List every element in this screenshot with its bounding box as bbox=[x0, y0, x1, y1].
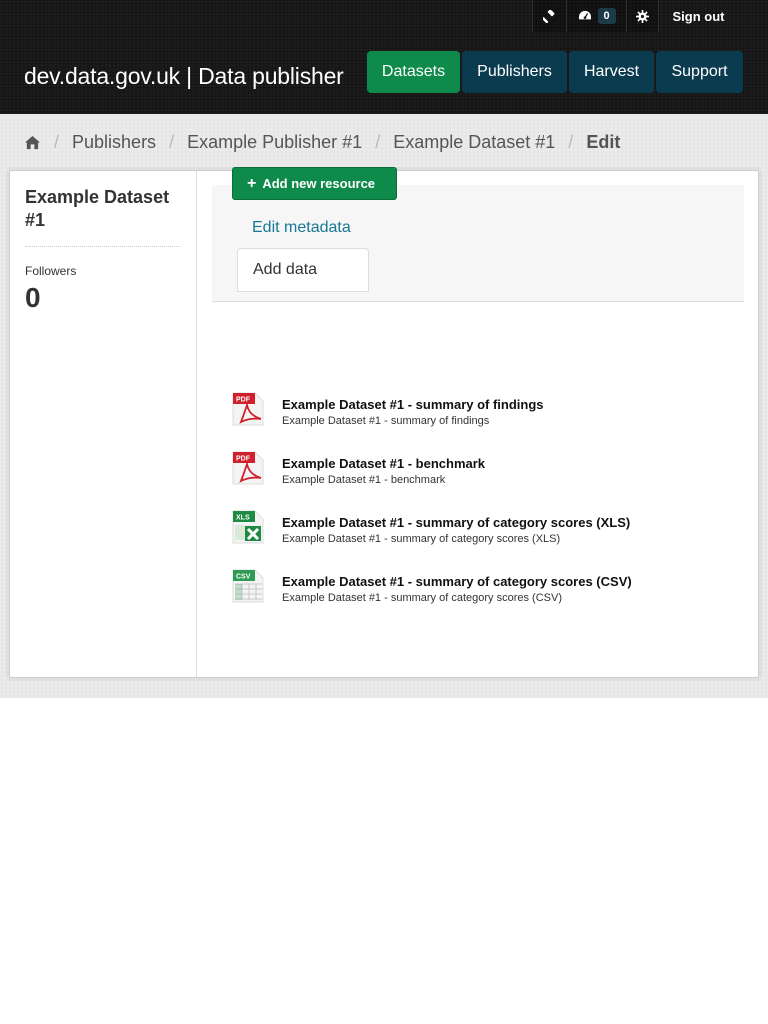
resource-item[interactable]: PDF Example Dataset #1 - benchmark Examp… bbox=[232, 451, 732, 495]
dashboard-icon bbox=[578, 10, 591, 20]
sign-out-link[interactable]: Sign out bbox=[658, 0, 738, 32]
csv-file-icon: CSV bbox=[232, 569, 264, 603]
breadcrumb-separator: / bbox=[169, 132, 175, 152]
followers-label: Followers bbox=[25, 264, 77, 278]
add-new-resource-button[interactable]: + Add new resource bbox=[232, 167, 397, 200]
settings-link[interactable] bbox=[626, 0, 658, 32]
account-bar: 0 Sign out bbox=[532, 0, 738, 32]
nav-support[interactable]: Support bbox=[656, 51, 743, 93]
pdf-format-label: PDF bbox=[236, 456, 251, 463]
resource-item[interactable]: XLS Example Dataset #1 - summary of cate… bbox=[232, 510, 732, 554]
divider bbox=[25, 246, 181, 247]
cog-icon bbox=[636, 9, 649, 23]
notification-badge: 0 bbox=[597, 8, 616, 24]
pdf-file-icon: PDF bbox=[232, 392, 264, 426]
breadcrumb-separator: / bbox=[375, 132, 381, 152]
resource-title[interactable]: Example Dataset #1 - summary of category… bbox=[282, 574, 632, 589]
breadcrumb-publisher[interactable]: Example Publisher #1 bbox=[187, 132, 362, 153]
resource-description: Example Dataset #1 - summary of findings bbox=[282, 415, 490, 427]
breadcrumb-separator: / bbox=[54, 132, 60, 152]
sidebar: Example Dataset #1 Followers 0 bbox=[10, 171, 197, 677]
breadcrumb-dataset[interactable]: Example Dataset #1 bbox=[393, 132, 555, 153]
add-new-resource-label: Add new resource bbox=[262, 176, 376, 191]
csv-format-label: CSV bbox=[236, 574, 251, 581]
pdf-file-icon: PDF bbox=[232, 451, 264, 485]
tab-add-data[interactable]: Add data bbox=[237, 248, 369, 292]
resource-description: Example Dataset #1 - summary of category… bbox=[282, 533, 561, 545]
resource-title[interactable]: Example Dataset #1 - summary of findings bbox=[282, 397, 544, 412]
resource-description: Example Dataset #1 - summary of category… bbox=[282, 592, 562, 604]
dataset-title: Example Dataset #1 bbox=[25, 187, 170, 230]
content-tabs: Edit metadata Add data bbox=[212, 185, 744, 302]
xls-file-icon: XLS bbox=[232, 510, 264, 544]
breadcrumb-separator: / bbox=[568, 132, 574, 152]
resource-title[interactable]: Example Dataset #1 - benchmark bbox=[282, 456, 485, 471]
masthead: 0 Sign out dev.data.gov.uk | Data publis… bbox=[0, 0, 768, 114]
breadcrumb-edit[interactable]: Edit bbox=[586, 132, 620, 153]
nav-publishers[interactable]: Publishers bbox=[462, 51, 567, 93]
plus-icon: + bbox=[247, 174, 257, 192]
tab-edit-metadata[interactable]: Edit metadata bbox=[252, 219, 351, 237]
resource-item[interactable]: CSV Example Dataset #1 - summary of cate… bbox=[232, 569, 732, 613]
followers-count: 0 bbox=[25, 282, 41, 313]
breadcrumb: / Publishers / Example Publisher #1 / Ex… bbox=[24, 132, 620, 153]
nav-harvest[interactable]: Harvest bbox=[569, 51, 654, 93]
main-nav: Datasets Publishers Harvest Support bbox=[367, 51, 743, 93]
resource-title[interactable]: Example Dataset #1 - summary of category… bbox=[282, 515, 630, 530]
home-icon[interactable] bbox=[24, 135, 41, 150]
site-title[interactable]: dev.data.gov.uk | Data publisher bbox=[24, 63, 344, 90]
dashboard-link[interactable]: 0 bbox=[566, 0, 626, 32]
nav-datasets[interactable]: Datasets bbox=[367, 51, 460, 93]
pdf-format-label: PDF bbox=[236, 397, 251, 404]
breadcrumb-publishers[interactable]: Publishers bbox=[72, 132, 156, 153]
resource-description: Example Dataset #1 - benchmark bbox=[282, 474, 446, 486]
gavel-icon bbox=[543, 9, 555, 23]
resource-item[interactable]: PDF Example Dataset #1 - summary of find… bbox=[232, 392, 732, 436]
xls-format-label: XLS bbox=[236, 515, 250, 522]
sysadmin-link[interactable] bbox=[532, 0, 566, 32]
